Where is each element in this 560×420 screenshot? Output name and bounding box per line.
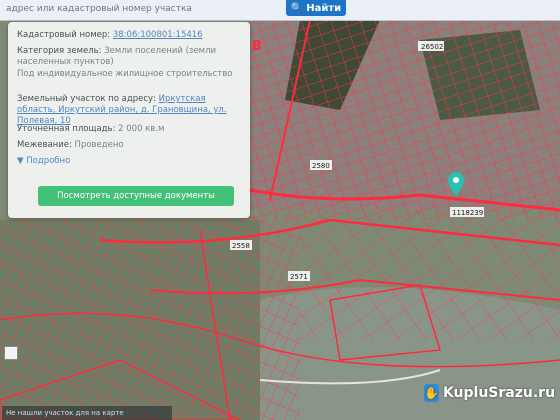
fullscreen-icon[interactable] [4,346,18,360]
survey-row: Межевание: Проведено [17,140,244,151]
watermark-text: KupluSrazu.ru [442,385,556,401]
location-pin-icon[interactable] [448,172,464,196]
map-label: 26502 [421,43,443,51]
search-bar: 🔍 Найти [0,0,560,21]
search-input[interactable] [2,1,272,17]
map-label: 2580 [312,162,330,170]
cadastral-number-row: Кадастровый номер: 38:06:100801:15416 [17,30,244,41]
details-toggle[interactable]: ▼ Подробно [17,156,244,167]
permitted-use: Под индивидуальное жилищное строительств… [17,69,233,79]
area-value: 2 000 кв.м [118,124,165,134]
survey-label: Межевание: [17,140,72,150]
cadastral-number-link[interactable]: 38:06:100801:15416 [113,30,203,40]
address-row: Земельный участок по адресу: Иркутская о… [17,94,244,127]
hand-icon: ✋ [424,384,439,402]
map-label: 2558 [232,242,250,250]
category-label: Категория земель: [17,46,102,56]
map-label: 1118239 [452,209,483,217]
category-row: Категория земель: Земли поселений (земли… [17,46,244,68]
search-button-label: Найти [306,2,342,14]
address-label: Земельный участок по адресу: [17,94,156,104]
area-row: Уточненная площадь: 2 000 кв.м [17,124,244,135]
parcel-info-card: Кадастровый номер: 38:06:100801:15416 Ка… [8,22,250,218]
search-button[interactable]: 🔍 Найти [286,0,346,16]
map-label: 2571 [290,273,308,281]
view-documents-button[interactable]: Посмотреть доступные документы [38,186,234,206]
map-letter-marker: В [252,39,262,54]
survey-value: Проведено [74,140,124,150]
search-icon: 🔍 [290,2,304,14]
not-found-hint[interactable]: Не нашли участок для на карте [2,406,172,420]
area-label: Уточненная площадь: [17,124,116,134]
cadastral-number-label: Кадастровый номер: [17,30,111,40]
watermark-logo: ✋ KupluSrazu.ru [424,382,556,404]
